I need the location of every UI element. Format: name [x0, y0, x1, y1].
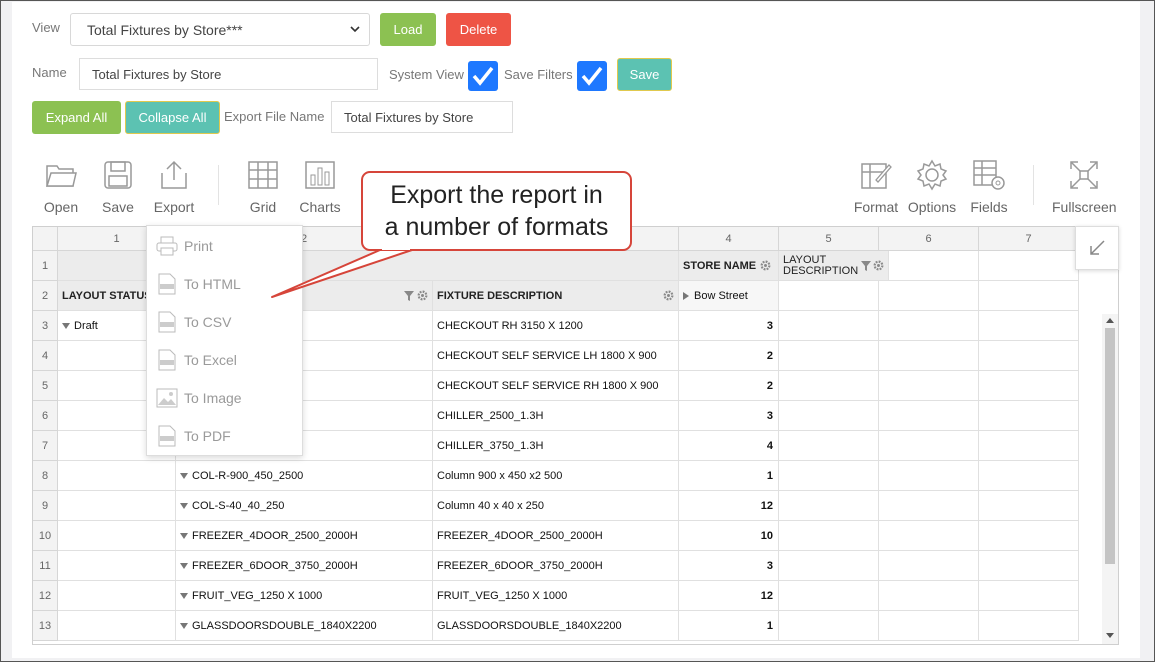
callout-pointer: [271, 249, 413, 298]
callout-box: Export the report in a number of formats: [361, 171, 632, 251]
callout-joint: [382, 246, 410, 250]
callout-line-2: a number of formats: [384, 213, 609, 241]
callout-line-1: Export the report in: [390, 181, 603, 209]
